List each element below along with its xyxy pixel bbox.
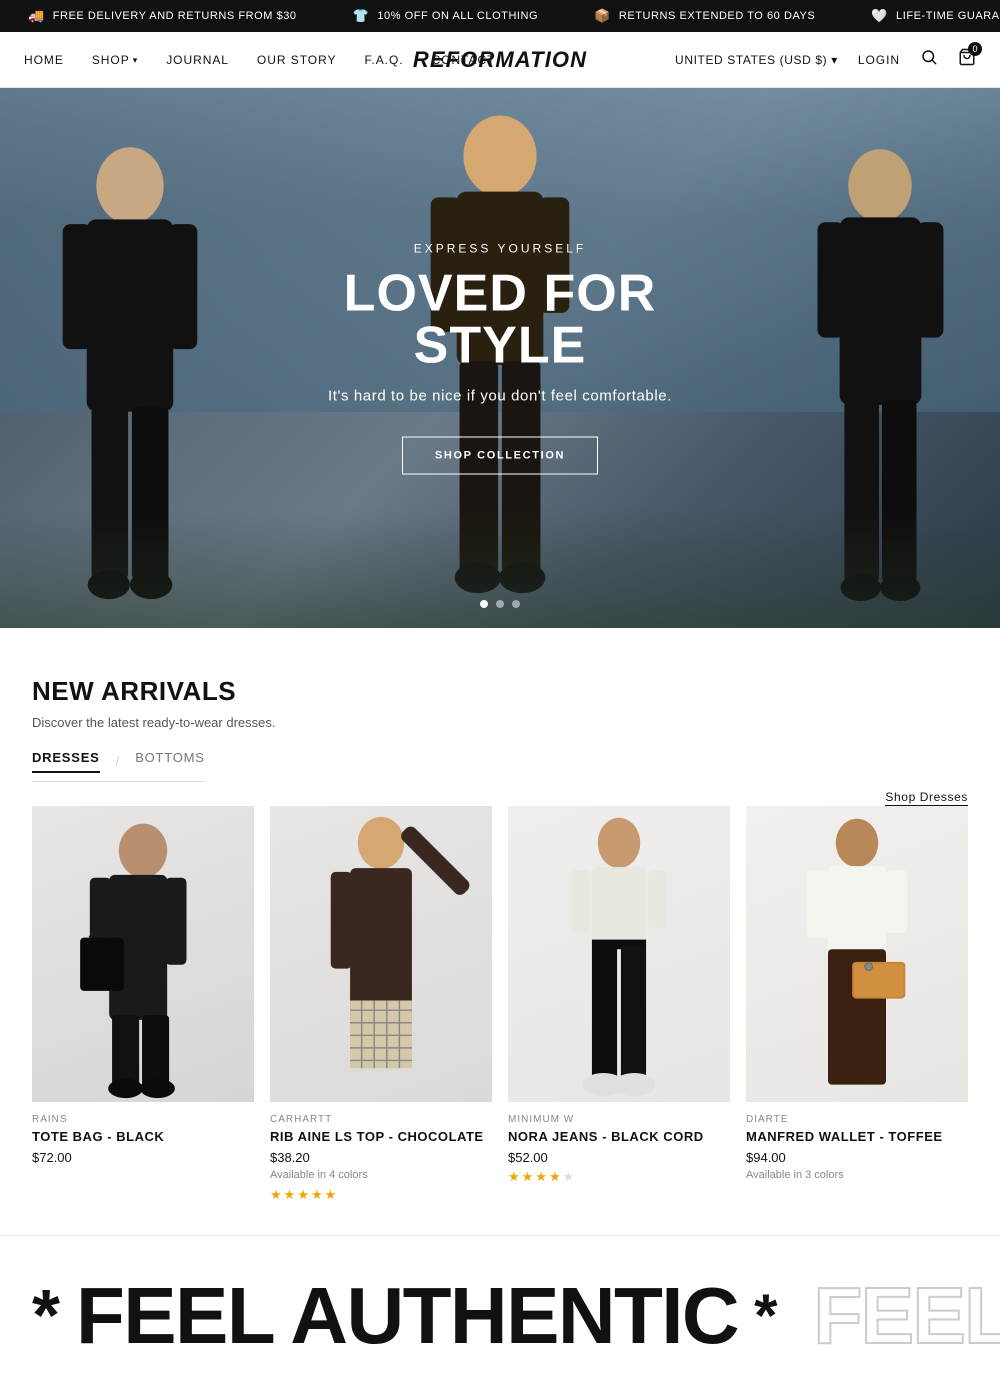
hero-section: EXPRESS YOURSELF LOVED FOR STYLE It's ha… — [0, 88, 1000, 628]
product-stars-3: ★ ★ ★ ★ ★ — [508, 1169, 730, 1185]
hero-eyebrow: EXPRESS YOURSELF — [250, 242, 750, 256]
star-5: ★ — [325, 1187, 337, 1203]
product-card-1[interactable]: RAINS TOTE BAG - BLACK $72.00 — [32, 806, 254, 1203]
section-subtitle: Discover the latest ready-to-wear dresse… — [32, 715, 968, 730]
nav-shop[interactable]: SHOP ▾ — [92, 53, 138, 67]
announcement-bar: 🚚 FREE DELIVERY AND RETURNS FROM $30 👕 1… — [0, 0, 1000, 32]
nav-home[interactable]: HOME — [24, 53, 64, 67]
product-card-4[interactable]: DIARTE MANFRED WALLET - TOFFEE $94.00 Av… — [746, 806, 968, 1203]
hero-subtitle: It's hard to be nice if you don't feel c… — [250, 388, 750, 405]
announcement-item: 📦 RETURNS EXTENDED TO 60 DAYS — [566, 8, 843, 24]
announcement-text-1: FREE DELIVERY AND RETURNS FROM $30 — [53, 10, 297, 22]
product-variants-4: Available in 3 colors — [746, 1169, 968, 1181]
announcement-text-2: 10% OFF ON ALL CLOTHING — [377, 10, 538, 22]
product-figure-3 — [508, 806, 730, 1102]
star-1: ★ — [508, 1169, 520, 1185]
product-price-4: $94.00 — [746, 1150, 968, 1165]
tab-bottoms[interactable]: BOTTOMS — [135, 750, 205, 773]
product-brand-4: DIARTE — [746, 1114, 968, 1125]
banner-outline-text: FEEL TRE — [813, 1276, 1000, 1356]
nav-login[interactable]: LOGIN — [858, 53, 900, 67]
announcement-text-3: RETURNS EXTENDED TO 60 DAYS — [619, 10, 815, 22]
hero-cta-button[interactable]: SHOP COLLECTION — [402, 437, 598, 475]
announcement-item: 🚚 FREE DELIVERY AND RETURNS FROM $30 — [0, 8, 325, 24]
star-2: ★ — [522, 1169, 534, 1185]
hero-grass — [0, 508, 1000, 628]
box-icon: 📦 — [594, 8, 611, 24]
product-figure-4 — [746, 806, 968, 1102]
product-grid: RAINS TOTE BAG - BLACK $72.00 — [32, 806, 968, 1203]
product-variants-2: Available in 4 colors — [270, 1169, 492, 1181]
cart-count: 0 — [968, 42, 982, 56]
product-price-3: $52.00 — [508, 1150, 730, 1165]
heart-icon: 🤍 — [871, 8, 888, 24]
announcement-text-4: LIFE-TIME GUARANTEE — [896, 10, 1000, 22]
site-logo[interactable]: REFORMATION — [413, 47, 587, 73]
chevron-down-icon: ▾ — [133, 55, 138, 66]
banner-main-text: FEEL AUTHENTIC — [76, 1276, 738, 1356]
product-name-3: NORA JEANS - BLACK CORD — [508, 1129, 730, 1144]
announcement-item: 👕 10% OFF ON ALL CLOTHING — [325, 8, 567, 24]
section-tabs-row: DRESSES / BOTTOMS Shop Dresses — [32, 750, 968, 806]
nav-journal[interactable]: JOURNAL — [166, 53, 229, 67]
star-1: ★ — [270, 1187, 282, 1203]
product-image-4 — [746, 806, 968, 1102]
product-image-2 — [270, 806, 492, 1102]
hero-dot-3[interactable] — [512, 600, 520, 608]
star-4: ★ — [549, 1169, 561, 1185]
country-selector[interactable]: UNITED STATES (USD $) ▾ — [675, 53, 838, 67]
star-5-empty: ★ — [563, 1169, 575, 1185]
announcement-item: 🤍 LIFE-TIME GUARANTEE — [843, 8, 1000, 24]
star-4: ★ — [311, 1187, 323, 1203]
product-brand-1: RAINS — [32, 1114, 254, 1125]
section-tabs: DRESSES / BOTTOMS — [32, 750, 205, 782]
hero-dot-2[interactable] — [496, 600, 504, 608]
product-brand-3: MINIMUM W — [508, 1114, 730, 1125]
product-price-2: $38.20 — [270, 1150, 492, 1165]
product-name-4: MANFRED WALLET - TOFFEE — [746, 1129, 968, 1144]
shirt-icon: 👕 — [353, 8, 370, 24]
product-figure-1 — [32, 806, 254, 1102]
product-card-3[interactable]: MINIMUM W NORA JEANS - BLACK CORD $52.00… — [508, 806, 730, 1203]
hero-dot-1[interactable] — [480, 600, 488, 608]
product-price-1: $72.00 — [32, 1150, 254, 1165]
product-card-2[interactable]: CARHARTT RIB AINE LS TOP - CHOCOLATE $38… — [270, 806, 492, 1203]
product-image-3 — [508, 806, 730, 1102]
announcement-inner: 🚚 FREE DELIVERY AND RETURNS FROM $30 👕 1… — [0, 8, 1000, 24]
product-name-1: TOTE BAG - BLACK — [32, 1129, 254, 1144]
star-2: ★ — [284, 1187, 296, 1203]
hero-dots — [480, 600, 520, 608]
navbar: HOME SHOP ▾ JOURNAL OUR STORY F.A.Q. CON… — [0, 32, 1000, 88]
product-figure-2 — [270, 806, 492, 1102]
search-icon[interactable] — [920, 48, 938, 71]
hero-content: EXPRESS YOURSELF LOVED FOR STYLE It's ha… — [250, 242, 750, 475]
banner-asterisk-2: * — [754, 1286, 777, 1346]
product-image-1 — [32, 806, 254, 1102]
nav-our-story[interactable]: OUR STORY — [257, 53, 337, 67]
product-brand-2: CARHARTT — [270, 1114, 492, 1125]
shop-all-link[interactable]: Shop Dresses — [885, 790, 968, 806]
chevron-down-icon-country: ▾ — [831, 53, 838, 67]
truck-icon: 🚚 — [28, 8, 45, 24]
star-3: ★ — [535, 1169, 547, 1185]
product-stars-2: ★ ★ ★ ★ ★ — [270, 1187, 492, 1203]
tab-dresses[interactable]: DRESSES — [32, 750, 100, 773]
hero-title: LOVED FOR STYLE — [250, 268, 750, 372]
banner-asterisk-1: * — [32, 1280, 60, 1352]
section-title: NEW ARRIVALS — [32, 676, 968, 707]
product-name-2: RIB AINE LS TOP - CHOCOLATE — [270, 1129, 492, 1144]
star-3: ★ — [297, 1187, 309, 1203]
tab-separator: / — [116, 754, 120, 769]
new-arrivals-section: NEW ARRIVALS Discover the latest ready-t… — [0, 628, 1000, 1235]
bottom-banner: * FEEL AUTHENTIC * FEEL TRE — [0, 1235, 1000, 1396]
nav-faq[interactable]: F.A.Q. — [364, 53, 403, 67]
cart-button[interactable]: 0 — [958, 48, 976, 71]
